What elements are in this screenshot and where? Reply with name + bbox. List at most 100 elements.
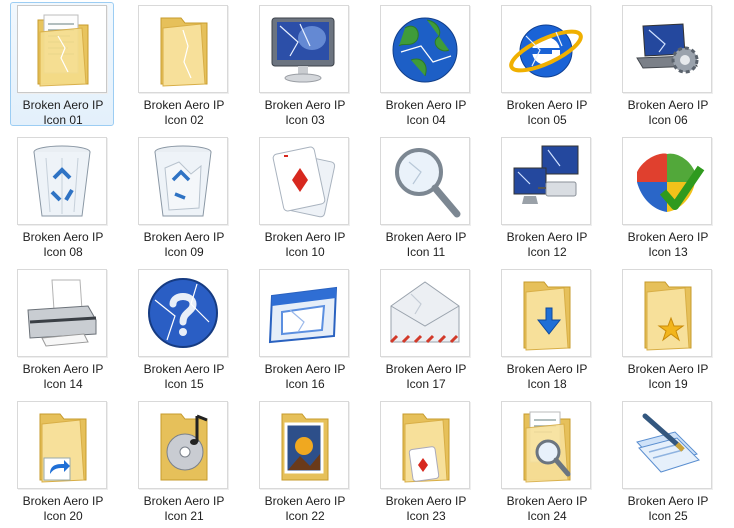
item-label-line1: Broken Aero IP	[22, 362, 104, 376]
thumbnail	[259, 401, 349, 489]
item-label-line1: Broken Aero IP	[506, 98, 588, 112]
document-folder-icon	[37, 14, 89, 87]
file-item-icon-15[interactable]: Broken Aero IP Icon 15	[131, 266, 235, 391]
item-label-line2: Icon 09	[164, 245, 204, 259]
file-item-icon-10[interactable]: Broken Aero IP Icon 10	[252, 134, 356, 259]
item-label-line2: Icon 19	[648, 377, 688, 391]
thumbnail	[380, 137, 470, 225]
thumbnail	[501, 5, 591, 93]
file-item-icon-16[interactable]: Broken Aero IP Icon 16	[252, 266, 356, 391]
item-label-line2: Icon 25	[648, 509, 688, 523]
file-item-icon-22[interactable]: Broken Aero IP Icon 22	[252, 398, 356, 523]
item-label-line1: Broken Aero IP	[143, 230, 225, 244]
file-item-icon-12[interactable]: Broken Aero IP Icon 12	[494, 134, 598, 259]
thumbnail	[138, 137, 228, 225]
item-label-line2: Icon 05	[527, 113, 567, 127]
file-item-icon-19[interactable]: Broken Aero IP Icon 19	[615, 266, 719, 391]
security-shield-icon	[637, 153, 705, 212]
notepad-icon	[636, 413, 700, 473]
thumbnail	[17, 5, 107, 93]
item-label-line2: Icon 15	[164, 377, 204, 391]
item-label-line1: Broken Aero IP	[627, 230, 709, 244]
file-item-icon-06[interactable]: Broken Aero IP Icon 06	[615, 2, 719, 127]
search-folder-icon	[523, 411, 571, 483]
item-label-line1: Broken Aero IP	[627, 362, 709, 376]
file-item-icon-24[interactable]: Broken Aero IP Icon 24	[494, 398, 598, 523]
item-label-line1: Broken Aero IP	[506, 230, 588, 244]
window-icon	[268, 286, 338, 344]
file-item-icon-04[interactable]: Broken Aero IP Icon 04	[373, 2, 477, 127]
laptop-gear-icon	[636, 23, 699, 74]
monitor-icon	[271, 17, 335, 83]
printer-icon	[27, 279, 97, 347]
thumbnail	[259, 269, 349, 357]
music-folder-icon	[160, 413, 208, 481]
item-label-line2: Icon 11	[406, 245, 446, 259]
file-item-icon-09[interactable]: Broken Aero IP Icon 09	[131, 134, 235, 259]
item-label-line2: Icon 23	[406, 509, 446, 523]
item-label-line1: Broken Aero IP	[385, 98, 467, 112]
thumbnail	[380, 5, 470, 93]
file-item-icon-05[interactable]: Broken Aero IP Icon 05	[494, 2, 598, 127]
thumbnail	[622, 269, 712, 357]
download-folder-icon	[523, 281, 571, 351]
icon-grid: Broken Aero IP Icon 01 Broken Aero IP Icon…	[0, 0, 734, 528]
file-item-icon-02[interactable]: Broken Aero IP Icon 02	[131, 2, 235, 127]
item-label-line2: Icon 24	[527, 509, 567, 523]
thumbnail	[17, 401, 107, 489]
item-label-line1: Broken Aero IP	[506, 362, 588, 376]
internet-explorer-icon	[509, 24, 583, 78]
item-label-line2: Icon 08	[43, 245, 83, 259]
file-item-icon-14[interactable]: Broken Aero IP Icon 14	[10, 266, 114, 391]
item-label-line1: Broken Aero IP	[264, 494, 346, 508]
file-item-icon-13[interactable]: Broken Aero IP Icon 13	[615, 134, 719, 259]
item-label-line1: Broken Aero IP	[264, 230, 346, 244]
item-label-line1: Broken Aero IP	[22, 494, 104, 508]
item-label-line2: Icon 14	[43, 377, 83, 391]
item-label-line2: Icon 18	[527, 377, 567, 391]
file-item-icon-08[interactable]: Broken Aero IP Icon 08	[10, 134, 114, 259]
thumbnail	[501, 137, 591, 225]
thumbnail	[380, 401, 470, 489]
file-item-icon-11[interactable]: Broken Aero IP Icon 11	[373, 134, 477, 259]
file-item-icon-25[interactable]: Broken Aero IP Icon 25	[615, 398, 719, 523]
file-item-icon-18[interactable]: Broken Aero IP Icon 18	[494, 266, 598, 391]
item-label-line1: Broken Aero IP	[627, 494, 709, 508]
network-computers-icon	[513, 145, 579, 204]
file-item-icon-01[interactable]: Broken Aero IP Icon 01	[10, 2, 114, 127]
favorites-folder-icon	[644, 281, 692, 351]
item-label-line2: Icon 16	[285, 377, 325, 391]
item-label-line2: Icon 02	[164, 113, 204, 127]
item-label-line2: Icon 06	[648, 113, 688, 127]
item-label-line2: Icon 17	[406, 377, 446, 391]
games-folder-icon	[402, 413, 450, 483]
item-label-line1: Broken Aero IP	[385, 362, 467, 376]
recycle-bin-full-icon	[154, 145, 212, 217]
file-item-icon-21[interactable]: Broken Aero IP Icon 21	[131, 398, 235, 523]
item-label-line1: Broken Aero IP	[22, 98, 104, 112]
thumbnail	[17, 269, 107, 357]
item-label-line2: Icon 13	[648, 245, 688, 259]
item-label-line1: Broken Aero IP	[143, 98, 225, 112]
thumbnail	[259, 5, 349, 93]
thumbnail	[138, 269, 228, 357]
file-item-icon-23[interactable]: Broken Aero IP Icon 23	[373, 398, 477, 523]
file-item-icon-17[interactable]: Broken Aero IP Icon 17	[373, 266, 477, 391]
pictures-folder-icon	[281, 413, 329, 481]
thumbnail	[138, 401, 228, 489]
item-label-line1: Broken Aero IP	[627, 98, 709, 112]
item-label-line1: Broken Aero IP	[143, 362, 225, 376]
thumbnail	[17, 137, 107, 225]
magnifier-icon	[395, 148, 461, 218]
thumbnail	[622, 137, 712, 225]
thumbnail	[138, 5, 228, 93]
thumbnail	[259, 137, 349, 225]
globe-icon	[392, 17, 458, 83]
help-icon	[148, 278, 218, 348]
file-item-icon-20[interactable]: Broken Aero IP Icon 20	[10, 398, 114, 523]
file-item-icon-03[interactable]: Broken Aero IP Icon 03	[252, 2, 356, 127]
item-label-line2: Icon 01	[43, 113, 83, 127]
thumbnail	[622, 5, 712, 93]
item-label-line2: Icon 12	[527, 245, 567, 259]
item-label-line2: Icon 21	[164, 509, 204, 523]
